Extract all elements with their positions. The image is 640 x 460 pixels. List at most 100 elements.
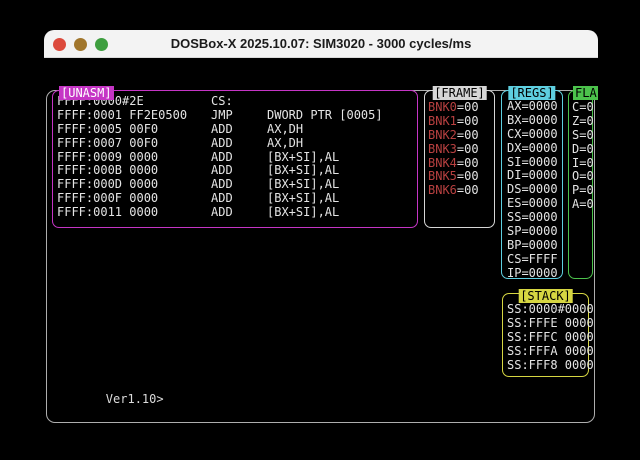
unasm-rows: FFFF:0000#2E CS: FFFF:0001 FF2E0500 JMP …	[53, 95, 417, 220]
flag-row: P=0	[572, 184, 592, 198]
frame-bank-value: =00	[457, 183, 479, 197]
unasm-row: FFFF:0011 0000 ADD [BX+SI],AL	[57, 206, 417, 220]
frame-bank-value: =00	[457, 142, 479, 156]
frame-bank-row: BNK0=00	[428, 101, 494, 115]
frame-bank-value: =00	[457, 114, 479, 128]
stack-entry-row: SS:FFF8 0000	[507, 359, 588, 373]
stack-rows: SS:0000#0000 SS:FFFE 0000 SS:FFFC 0000 S…	[503, 303, 588, 372]
frame-panel: [FRAME] BNK0=00 BNK1=00 BNK2=00 BNK3=00 …	[424, 90, 495, 228]
register-row: IP=0000	[507, 267, 562, 281]
frame-bank-row: BNK3=00	[428, 143, 494, 157]
register-row: BX=0000	[507, 114, 562, 128]
flag-row: D=0	[572, 143, 592, 157]
frame-bank-value: =00	[457, 100, 479, 114]
flag-row: C=0	[572, 101, 592, 115]
frame-panel-label: [FRAME]	[432, 86, 487, 100]
frame-bank-row: BNK6=00	[428, 184, 494, 198]
unasm-mnemonic: CS:	[211, 95, 267, 109]
unasm-operand: [BX+SI],AL	[267, 164, 339, 178]
stack-panel: [STACK] SS:0000#0000 SS:FFFE 0000 SS:FFF…	[502, 293, 589, 377]
unasm-operand: [BX+SI],AL	[267, 206, 339, 220]
frame-bank-name: BNK3	[428, 142, 457, 156]
unasm-operand: [BX+SI],AL	[267, 192, 339, 206]
stack-entry-row: SS:FFFC 0000	[507, 331, 588, 345]
register-row: CS=FFFF	[507, 253, 562, 267]
frame-bank-value: =00	[457, 156, 479, 170]
flag-row: Z=0	[572, 115, 592, 129]
frame-bank-name: BNK1	[428, 114, 457, 128]
debugger-screen: [UNASM] FFFF:0000#2E CS: FFFF:0001 FF2E0…	[44, 58, 598, 434]
register-row: SI=0000	[507, 156, 562, 170]
unasm-row: FFFF:000D 0000 ADD [BX+SI],AL	[57, 178, 417, 192]
unasm-mnemonic: ADD	[211, 192, 267, 206]
unasm-mnemonic: ADD	[211, 206, 267, 220]
unasm-mnemonic: ADD	[211, 137, 267, 151]
flags-rows: C=0 Z=0 S=0 D=0 I=0 O=0 P=0 A=0	[569, 101, 592, 212]
unasm-operand: DWORD PTR [0005]	[267, 109, 383, 123]
flag-row: S=0	[572, 129, 592, 143]
unasm-address: FFFF:000F 0000	[57, 192, 211, 206]
stack-entry-row: SS:FFFA 0000	[507, 345, 588, 359]
unasm-mnemonic: ADD	[211, 123, 267, 137]
frame-bank-value: =00	[457, 169, 479, 183]
unasm-row: FFFF:0005 00F0 ADD AX,DH	[57, 123, 417, 137]
register-row: DX=0000	[507, 142, 562, 156]
unasm-row: FFFF:000F 0000 ADD [BX+SI],AL	[57, 192, 417, 206]
register-row: AX=0000	[507, 100, 562, 114]
frame-bank-row: BNK2=00	[428, 129, 494, 143]
unasm-mnemonic: ADD	[211, 164, 267, 178]
stack-panel-label: [STACK]	[518, 289, 573, 303]
dosbox-window: DOSBox-X 2025.10.07: SIM3020 - 3000 cycl…	[44, 30, 598, 434]
command-prompt: Ver1.10>	[106, 392, 164, 406]
frame-bank-row: BNK5=00	[428, 170, 494, 184]
unasm-address: FFFF:0007 00F0	[57, 137, 211, 151]
frame-bank-row: BNK1=00	[428, 115, 494, 129]
unasm-mnemonic: ADD	[211, 178, 267, 192]
register-row: BP=0000	[507, 239, 562, 253]
unasm-address: FFFF:000B 0000	[57, 164, 211, 178]
frame-bank-name: BNK6	[428, 183, 457, 197]
unasm-row: FFFF:000B 0000 ADD [BX+SI],AL	[57, 164, 417, 178]
frame-bank-value: =00	[457, 128, 479, 142]
flags-panel-label: FLA	[573, 86, 598, 100]
regs-panel: [REGS] AX=0000 BX=0000 CX=0000 DX=0000 S…	[501, 90, 563, 279]
flag-row: I=0	[572, 157, 592, 171]
unasm-address: FFFF:0001 FF2E0500	[57, 109, 211, 123]
flag-row: A=0	[572, 198, 592, 212]
unasm-address: FFFF:0009 0000	[57, 151, 211, 165]
unasm-mnemonic: JMP	[211, 109, 267, 123]
frame-bank-name: BNK0	[428, 100, 457, 114]
regs-panel-label: [REGS]	[508, 86, 555, 100]
frame-bank-name: BNK2	[428, 128, 457, 142]
unasm-address: FFFF:000D 0000	[57, 178, 211, 192]
flags-panel: FLA C=0 Z=0 S=0 D=0 I=0 O=0	[568, 90, 593, 279]
unasm-row: FFFF:0009 0000 ADD [BX+SI],AL	[57, 151, 417, 165]
window-title: DOSBox-X 2025.10.07: SIM3020 - 3000 cycl…	[44, 30, 598, 58]
flag-row: O=0	[572, 170, 592, 184]
command-line[interactable]: Ver1.10>	[48, 379, 164, 421]
register-row: CX=0000	[507, 128, 562, 142]
unasm-panel-label: [UNASM]	[59, 86, 114, 100]
register-row: DI=0000	[507, 169, 562, 183]
unasm-row: FFFF:0007 00F0 ADD AX,DH	[57, 137, 417, 151]
unasm-panel: [UNASM] FFFF:0000#2E CS: FFFF:0001 FF2E0…	[52, 90, 418, 228]
unasm-operand: [BX+SI],AL	[267, 151, 339, 165]
stack-entry-row: SS:FFFE 0000	[507, 317, 588, 331]
unasm-address: FFFF:0011 0000	[57, 206, 211, 220]
frame-bank-name: BNK4	[428, 156, 457, 170]
frame-bank-row: BNK4=00	[428, 157, 494, 171]
frame-bank-name: BNK5	[428, 169, 457, 183]
desktop-background: DOSBox-X 2025.10.07: SIM3020 - 3000 cycl…	[0, 0, 640, 460]
stack-entry-row: SS:0000#0000	[507, 303, 588, 317]
register-row: SS=0000	[507, 211, 562, 225]
unasm-operand: AX,DH	[267, 137, 303, 151]
unasm-row: FFFF:0001 FF2E0500 JMP DWORD PTR [0005]	[57, 109, 417, 123]
unasm-operand: [BX+SI],AL	[267, 178, 339, 192]
unasm-mnemonic: ADD	[211, 151, 267, 165]
unasm-address: FFFF:0005 00F0	[57, 123, 211, 137]
frame-rows: BNK0=00 BNK1=00 BNK2=00 BNK3=00 BNK4=00 …	[425, 101, 494, 198]
regs-rows: AX=0000 BX=0000 CX=0000 DX=0000 SI=0000 …	[502, 100, 562, 281]
window-titlebar[interactable]: DOSBox-X 2025.10.07: SIM3020 - 3000 cycl…	[44, 30, 598, 58]
register-row: ES=0000	[507, 197, 562, 211]
unasm-operand: AX,DH	[267, 123, 303, 137]
